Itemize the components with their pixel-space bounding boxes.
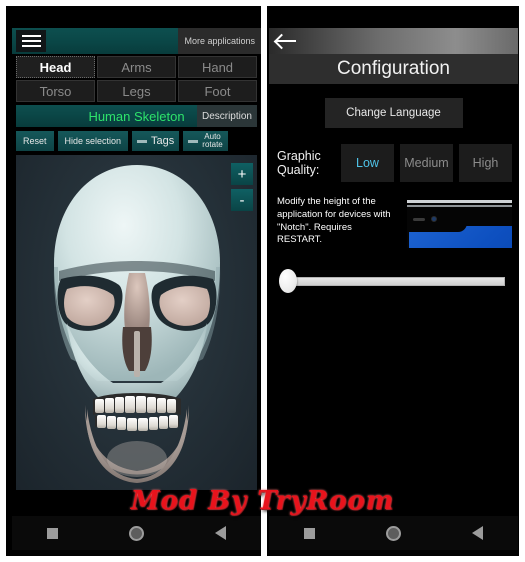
tab-legs[interactable]: Legs	[97, 80, 176, 102]
right-android-navbar	[269, 516, 518, 550]
right-phone-panel: Configuration Change Language Graphic Qu…	[269, 14, 518, 550]
configuration-body: Change Language Graphic Quality: Low Med…	[269, 98, 518, 544]
left-android-navbar	[12, 516, 261, 550]
viewer-toolbar: Reset Hide selection Tags Auto rotate	[16, 130, 257, 152]
square-recents-icon[interactable]	[47, 527, 59, 539]
phone-speaker-icon	[413, 218, 425, 221]
circle-home-icon[interactable]	[385, 525, 401, 541]
left-app-bar: More applications	[12, 28, 261, 54]
body-part-tab-grid: Head Arms Hand Torso Legs Foot	[12, 54, 261, 102]
triangle-back-icon[interactable]	[214, 526, 226, 540]
tags-toggle[interactable]: Tags	[132, 131, 180, 151]
tab-hand[interactable]: Hand	[178, 56, 257, 78]
triangle-back-icon[interactable]	[471, 526, 483, 540]
hamburger-menu-icon[interactable]	[16, 30, 46, 52]
vomer	[133, 331, 140, 377]
reset-button[interactable]: Reset	[16, 131, 54, 151]
phone-notch-illustration	[399, 196, 512, 248]
skull-svg	[53, 165, 220, 483]
hide-selection-button[interactable]: Hide selection	[57, 131, 129, 151]
change-language-button[interactable]: Change Language	[324, 98, 463, 128]
tab-foot[interactable]: Foot	[178, 80, 257, 102]
phone-notch-cutout	[409, 210, 467, 232]
zoom-out-button[interactable]: -	[231, 189, 253, 211]
tab-head[interactable]: Head	[16, 56, 95, 78]
screenshot-root: More applications Head Arms Hand Torso L…	[0, 0, 525, 562]
configuration-title: Configuration	[336, 58, 451, 79]
zoom-in-button[interactable]: +	[231, 163, 253, 185]
toggle-dash-icon	[188, 139, 199, 143]
nasal-bridge	[123, 273, 150, 329]
quality-option-low[interactable]: Low	[341, 144, 394, 182]
back-arrow-icon[interactable]	[276, 32, 298, 50]
slider-thumb[interactable]	[279, 269, 297, 293]
more-applications-button[interactable]: More applications	[178, 28, 261, 54]
chin-highlight	[106, 441, 167, 477]
hamburger-bar	[21, 35, 41, 37]
toggle-dash-icon	[137, 139, 148, 143]
auto-rotate-line2: rotate	[202, 140, 223, 149]
lower-teeth	[96, 415, 178, 431]
configuration-title-bar: Configuration	[269, 54, 518, 84]
zoom-controls: + -	[231, 163, 253, 211]
tags-label: Tags	[151, 135, 175, 147]
tab-arms[interactable]: Arms	[97, 56, 176, 78]
circle-home-icon[interactable]	[128, 525, 144, 541]
phone-camera-icon	[431, 216, 437, 222]
square-recents-icon[interactable]	[304, 527, 316, 539]
hamburger-bar	[21, 45, 41, 47]
page-title: Human Skeleton	[88, 108, 185, 124]
model-viewport[interactable]: + -	[16, 155, 257, 490]
notch-height-slider[interactable]	[269, 268, 518, 294]
auto-rotate-toggle[interactable]: Auto rotate	[183, 131, 228, 151]
graphic-quality-row: Graphic Quality: Low Medium High	[269, 144, 518, 182]
graphic-quality-label: Graphic Quality:	[277, 148, 321, 177]
notch-setting-row: Modify the height of the application for…	[269, 196, 518, 248]
human-skull-3d-model	[16, 155, 257, 490]
left-status-bar	[12, 14, 261, 28]
quality-option-medium[interactable]: Medium	[400, 144, 453, 182]
auto-rotate-label: Auto rotate	[202, 132, 223, 150]
panel-divider	[261, 6, 267, 556]
quality-option-high[interactable]: High	[459, 144, 512, 182]
notch-description: Modify the height of the application for…	[277, 196, 391, 246]
right-status-bar	[269, 14, 518, 28]
left-phone-panel: More applications Head Arms Hand Torso L…	[12, 14, 261, 550]
configuration-action-bar	[269, 28, 518, 54]
model-title-bar: Human Skeleton Description	[16, 105, 257, 127]
hamburger-bar	[21, 40, 41, 42]
tab-torso[interactable]: Torso	[16, 80, 95, 102]
slider-track	[291, 276, 505, 286]
description-button[interactable]: Description	[196, 105, 257, 127]
